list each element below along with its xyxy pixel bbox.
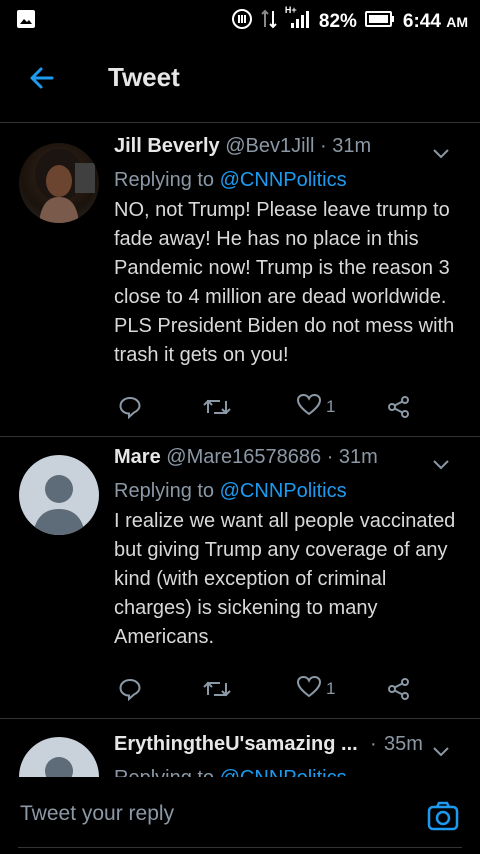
display-name[interactable]: Mare [114,446,161,468]
replying-to: Replying to @CNNPolitics [114,763,464,777]
like-count: 1 [326,397,336,416]
status-bar: H+ 82% 6:44 AM [0,0,480,38]
battery-percent: 82% [318,11,357,32]
page-title: Tweet [108,62,180,92]
tweet-actions: 1 [114,393,414,421]
heart-icon [296,675,322,704]
battery-icon [364,10,395,34]
signal-icon: H+ [285,5,311,35]
tweet-header: Mare @Mare16578686 · 31m [114,446,464,476]
mention-link[interactable]: @CNNPolitics [220,767,347,777]
reply-composer [0,777,480,854]
share-icon[interactable] [386,675,412,703]
app-bar: Tweet [0,38,480,120]
display-name[interactable]: Jill Beverly [114,135,220,157]
tweet-time: 35m [384,733,423,755]
camera-icon[interactable] [426,799,460,833]
network-type: H+ [284,5,297,15]
divider [0,436,480,437]
avatar[interactable] [19,455,99,535]
divider [0,718,480,719]
tweet-text: I realize we want all people vaccinated … [114,510,456,648]
like-button[interactable]: 1 [296,393,335,421]
tweet-item[interactable]: ErythingtheU'samazing ... · 35m Replying… [0,729,480,777]
tweet-actions: 1 [114,675,414,703]
chevron-down-icon[interactable] [432,741,450,757]
mention-link[interactable]: @CNNPolitics [220,169,347,191]
share-icon[interactable] [386,393,412,421]
reply-icon[interactable] [118,675,142,703]
clock: 6:44 AM [402,11,468,32]
tweet-text: NO, not Trump! Please leave trump to fad… [114,199,455,366]
like-count: 1 [326,679,336,698]
tweet-header: Jill Beverly @Bev1Jill · 31m [114,135,464,165]
avatar[interactable] [19,143,99,223]
tweet-time: 31m [338,446,378,468]
input-underline [18,847,462,848]
back-arrow-icon[interactable] [26,62,58,94]
retweet-icon[interactable] [202,675,232,703]
gallery-notification-icon [16,9,36,34]
display-name[interactable]: ErythingtheU'samazing ... [114,733,358,755]
user-handle[interactable]: @Bev1Jill [225,135,314,157]
user-handle[interactable]: @Mare16578686 [166,446,321,468]
retweet-icon[interactable] [202,393,232,421]
reply-input[interactable] [18,801,402,827]
like-button[interactable]: 1 [296,675,335,703]
reply-icon[interactable] [118,393,142,421]
replying-to: Replying to @CNNPolitics [114,169,347,191]
replying-to: Replying to @CNNPolitics [114,480,347,502]
divider [0,122,480,123]
chevron-down-icon[interactable] [432,143,450,159]
avatar[interactable] [19,737,99,777]
mention-link[interactable]: @CNNPolitics [220,480,347,502]
data-transfer-icon [261,9,277,35]
tweet-time: 31m [332,135,372,157]
tweet-header: ErythingtheU'samazing ... · 35m [114,733,464,763]
chevron-down-icon[interactable] [432,454,450,470]
heart-icon [296,393,322,422]
data-saver-icon [231,8,253,36]
